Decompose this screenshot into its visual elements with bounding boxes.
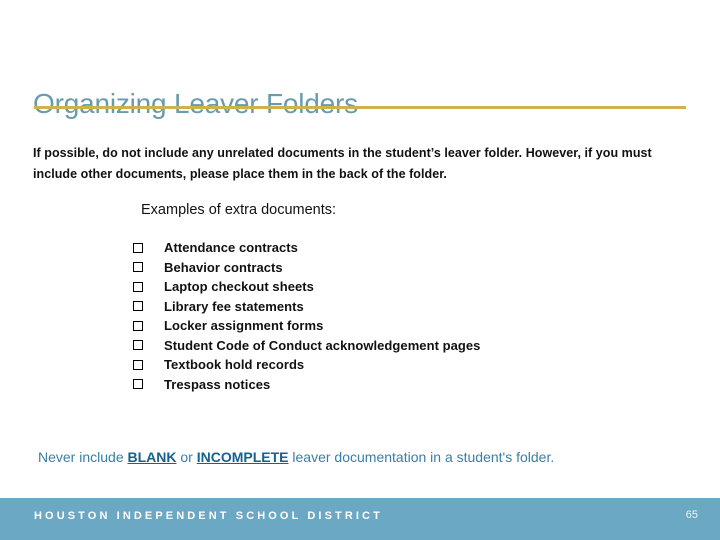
- closing-note-tail: leaver documentation in a student's fold…: [288, 449, 555, 465]
- closing-note: Never include BLANK or INCOMPLETE leaver…: [38, 447, 554, 467]
- list-item[interactable]: Student Code of Conduct acknowledgement …: [133, 336, 480, 356]
- examples-heading: Examples of extra documents:: [141, 202, 337, 218]
- closing-note-emphasis-blank: BLANK: [127, 449, 177, 465]
- list-item-label: Laptop checkout sheets: [164, 279, 314, 294]
- slide-canvas: Organizing Leaver Folders If possible, d…: [0, 0, 720, 540]
- empty-checkbox-icon[interactable]: [133, 320, 143, 331]
- closing-note-conjunction: or: [176, 449, 197, 465]
- closing-note-emphasis-incomplete: INCOMPLETE: [196, 449, 289, 465]
- footer-bar: HOUSTON INDEPENDENT SCHOOL DISTRICT 65: [0, 498, 720, 540]
- body-paragraph: If possible, do not include any unrelate…: [33, 145, 652, 181]
- list-item-label: Behavior contracts: [164, 259, 283, 275]
- page-number: 65: [685, 509, 698, 521]
- list-item-label: Trespass notices: [164, 376, 271, 392]
- title-divider: [34, 106, 686, 109]
- list-item[interactable]: Attendance contracts: [133, 238, 480, 258]
- empty-checkbox-icon[interactable]: [133, 359, 143, 370]
- closing-note-lead: Never include: [38, 449, 128, 465]
- empty-checkbox-icon[interactable]: [133, 242, 143, 253]
- list-item-label: Student Code of Conduct acknowledgement …: [164, 337, 481, 353]
- list-item[interactable]: Behavior contracts: [133, 258, 480, 278]
- empty-checkbox-icon[interactable]: [133, 262, 143, 272]
- page-title: Organizing Leaver Folders: [33, 87, 358, 119]
- extra-documents-list: Attendance contracts Behavior contracts …: [133, 238, 480, 394]
- list-item[interactable]: Textbook hold records: [133, 355, 480, 375]
- empty-checkbox-icon[interactable]: [133, 340, 143, 350]
- list-item-label: Textbook hold records: [164, 357, 305, 372]
- list-item[interactable]: Library fee statements: [133, 297, 480, 317]
- list-item-label: Locker assignment forms: [164, 318, 324, 333]
- list-item[interactable]: Laptop checkout sheets: [133, 277, 480, 297]
- list-item[interactable]: Trespass notices: [133, 375, 480, 395]
- list-item[interactable]: Locker assignment forms: [133, 316, 480, 336]
- list-item-label: Attendance contracts: [164, 240, 298, 255]
- footer-organization-name: HOUSTON INDEPENDENT SCHOOL DISTRICT: [34, 510, 383, 522]
- list-item-label: Library fee statements: [164, 298, 304, 314]
- empty-checkbox-icon[interactable]: [133, 281, 143, 292]
- empty-checkbox-icon[interactable]: [133, 301, 143, 311]
- empty-checkbox-icon[interactable]: [133, 379, 143, 389]
